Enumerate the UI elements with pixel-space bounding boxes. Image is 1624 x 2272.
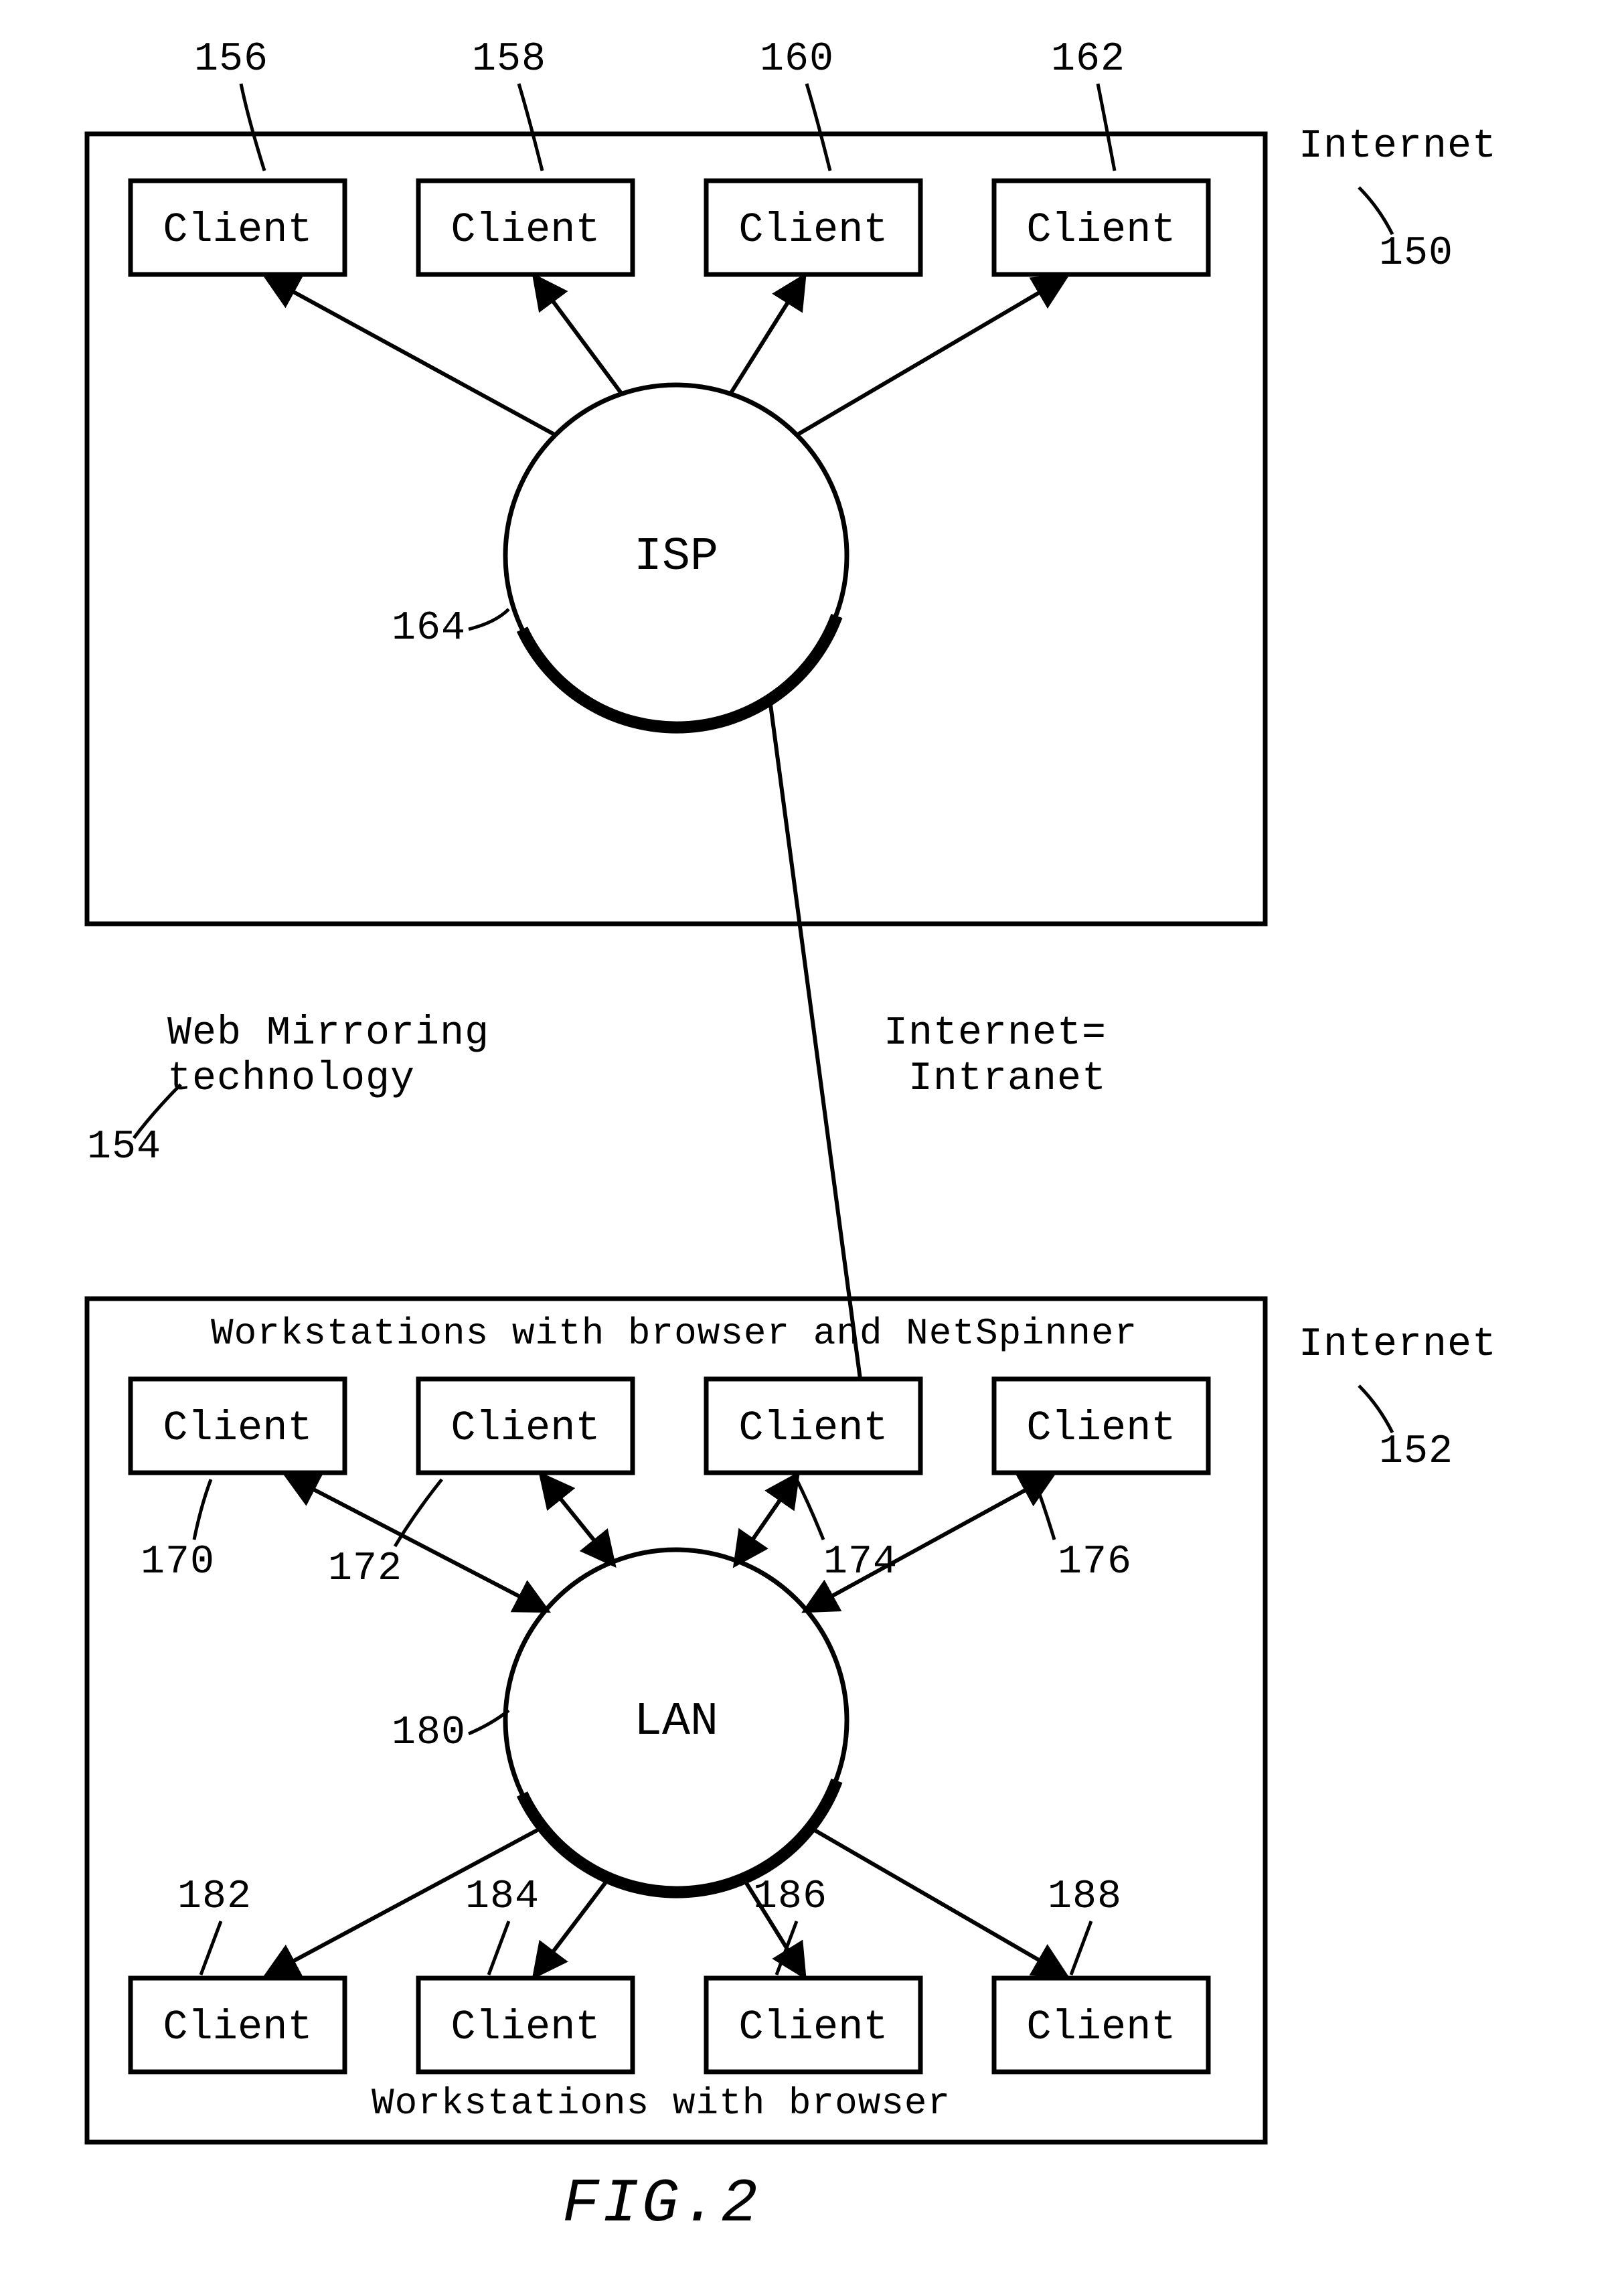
leader-170: [194, 1479, 211, 1540]
arrow-lan-t0: [288, 1476, 546, 1610]
leader-188: [1071, 1921, 1091, 1975]
ref-162: 162: [1051, 37, 1125, 82]
lower-title-top: Workstations with browser and NetSpinner: [211, 1312, 1137, 1355]
diagram-page: Client Client Client Client ISP Client: [0, 0, 1624, 2272]
upper-client-0: Client: [131, 181, 345, 274]
lower-top-client-0: Client: [131, 1379, 345, 1473]
web-mirroring-label: Web Mirroring technology: [167, 1011, 489, 1102]
ref-174: 174: [823, 1540, 898, 1585]
ref-188: 188: [1048, 1874, 1122, 1920]
ref-152: 152: [1379, 1429, 1453, 1475]
lan-hub: LAN: [505, 1550, 847, 1892]
arrow-isp-c1: [536, 278, 623, 395]
ref-184: 184: [465, 1874, 540, 1920]
lower-bottom-client-2-label: Client: [738, 2004, 888, 2051]
lower-bottom-client-1: Client: [418, 1978, 633, 2072]
upper-client-3-label: Client: [1026, 206, 1175, 254]
leader-172: [395, 1479, 442, 1546]
leader-184: [489, 1921, 509, 1975]
leader-174: [797, 1479, 823, 1540]
lower-top-client-2: Client: [706, 1379, 920, 1473]
ref-170: 170: [141, 1540, 215, 1585]
ref-182: 182: [177, 1874, 252, 1920]
lan-hub-label: LAN: [634, 1696, 718, 1749]
lower-top-client-1-label: Client: [451, 1404, 600, 1452]
ref-158: 158: [472, 37, 546, 82]
leader-176: [1034, 1479, 1054, 1540]
lower-top-client-0-label: Client: [163, 1404, 312, 1452]
lower-top-client-3: Client: [994, 1379, 1208, 1473]
ref-156: 156: [194, 37, 268, 82]
arrow-lan-b1: [536, 1878, 609, 1975]
lower-bottom-client-1-label: Client: [451, 2004, 600, 2051]
leader-186: [777, 1921, 797, 1975]
ref-150: 150: [1379, 231, 1453, 276]
arrow-isp-c0: [268, 278, 556, 435]
upper-frame-label: Internet: [1299, 124, 1497, 169]
lower-bottom-client-3-label: Client: [1026, 2004, 1175, 2051]
ref-154: 154: [87, 1125, 161, 1170]
internet-intranet-label: Internet= Intranet: [884, 1011, 1107, 1102]
lower-top-client-2-label: Client: [738, 1404, 888, 1452]
lower-frame-label: Internet: [1299, 1322, 1497, 1368]
leader-164: [469, 609, 509, 629]
arrow-lan-t2: [736, 1476, 797, 1563]
ref-160: 160: [760, 37, 834, 82]
leader-152: [1359, 1386, 1392, 1433]
ref-186: 186: [753, 1874, 827, 1920]
arrow-lan-b3: [810, 1828, 1064, 1975]
arrow-lan-t1: [542, 1476, 613, 1563]
isp-hub-label: ISP: [634, 531, 718, 584]
ref-176: 176: [1058, 1540, 1132, 1585]
leader-162: [1098, 84, 1115, 171]
upper-client-1: Client: [418, 181, 633, 274]
upper-client-0-label: Client: [163, 206, 312, 254]
ref-164: 164: [392, 606, 466, 651]
arrow-isp-c2: [730, 278, 803, 395]
lower-bottom-client-3: Client: [994, 1978, 1208, 2072]
upper-client-3: Client: [994, 181, 1208, 274]
ref-180: 180: [392, 1710, 466, 1756]
arrow-isp-c3: [797, 278, 1064, 435]
figure-caption: FIG.2: [562, 2169, 760, 2239]
link-isp-lan: [770, 700, 860, 1379]
leader-150: [1359, 187, 1392, 234]
upper-client-2: Client: [706, 181, 920, 274]
leader-182: [201, 1921, 221, 1975]
lower-bottom-client-2: Client: [706, 1978, 920, 2072]
isp-hub: ISP: [505, 385, 847, 728]
lower-bottom-client-0-label: Client: [163, 2004, 312, 2051]
upper-client-1-label: Client: [451, 206, 600, 254]
leader-158: [519, 84, 542, 171]
leader-160: [807, 84, 830, 171]
lower-bottom-client-0: Client: [131, 1978, 345, 2072]
lower-top-client-1: Client: [418, 1379, 633, 1473]
lower-top-client-3-label: Client: [1026, 1404, 1175, 1452]
diagram-svg: Client Client Client Client ISP Client: [0, 0, 1624, 2272]
upper-client-2-label: Client: [738, 206, 888, 254]
ref-172: 172: [328, 1546, 402, 1592]
leader-156: [241, 84, 264, 171]
lower-title-bottom: Workstations with browser: [372, 2082, 951, 2125]
leader-180: [469, 1710, 509, 1734]
